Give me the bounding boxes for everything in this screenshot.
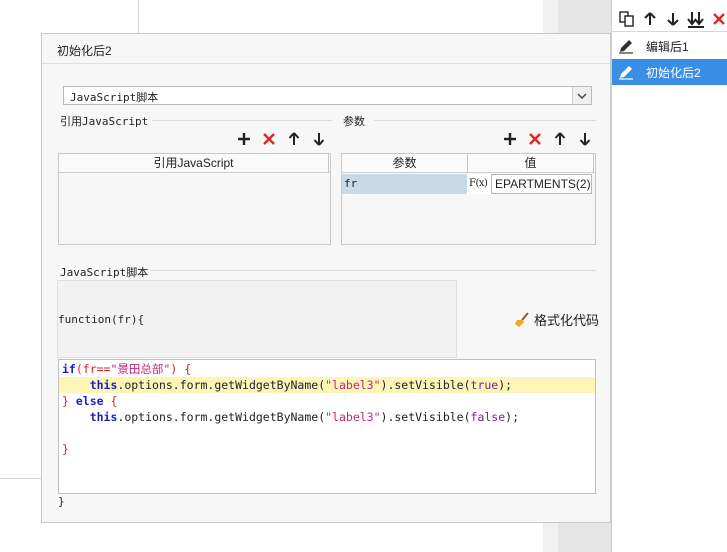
code-token: "景田总部" [110, 362, 171, 376]
code-token: ).setVisible( [380, 378, 471, 392]
column-header-value[interactable]: 值 [468, 154, 594, 173]
table-header: 引用JavaScript [59, 154, 330, 173]
event-editor-dialog: 初始化后2 JavaScript脚本 引用JavaScript 引用JavaSc… [41, 33, 611, 523]
code-token: false [470, 410, 506, 424]
title-separator [42, 63, 610, 64]
event-item-edit-after[interactable]: 编辑后1 [612, 33, 727, 59]
column-header[interactable]: 引用JavaScript [59, 154, 329, 173]
table-header: 参数 值 [342, 154, 595, 173]
code-token: .options.form.getWidgetByName( [117, 378, 326, 392]
section-rule [152, 120, 332, 121]
add-icon [504, 133, 516, 145]
params-toolbar [501, 130, 594, 148]
script-section-label: JavaScript脚本 [60, 266, 149, 279]
code-token: "label3" [325, 410, 381, 424]
formula-icon: F(x) [469, 178, 488, 189]
code-token: ); [505, 410, 520, 424]
move-down-button[interactable] [664, 8, 683, 30]
event-list-toolbar [612, 6, 727, 32]
param-move-down-button[interactable] [576, 130, 594, 148]
code-line: this.options.form.getWidgetByName("label… [59, 409, 595, 425]
arrow-up-icon [554, 132, 566, 145]
dropdown-button[interactable] [572, 87, 591, 104]
code-token: true [470, 378, 499, 392]
code-token: .options.form.getWidgetByName( [117, 410, 326, 424]
params-table: 参数 值 fr F(x) EPARTMENTS(2) [341, 153, 596, 245]
event-item-init-after[interactable]: 初始化后2 [612, 59, 727, 85]
pencil-icon [619, 40, 633, 54]
function-footer: } [58, 495, 65, 508]
ref-js-table: 引用JavaScript [58, 153, 331, 245]
code-line: if(fr=="景田总部") { [59, 361, 595, 377]
code-token: ) { [170, 362, 192, 376]
code-token: ); [498, 378, 513, 392]
copy-icon [619, 10, 635, 27]
code-token: else [75, 394, 104, 408]
delete-icon [712, 12, 725, 25]
delete-icon [263, 133, 275, 145]
code-token: } [62, 442, 69, 456]
arrow-up-icon [644, 11, 656, 25]
event-item-label: 编辑后1 [646, 39, 689, 54]
copy-button[interactable] [618, 8, 637, 30]
delete-event-button[interactable] [709, 8, 727, 30]
broom-icon [515, 311, 529, 327]
move-bottom-button[interactable] [686, 8, 705, 30]
section-rule [374, 120, 596, 121]
delete-icon [529, 133, 541, 145]
code-token: if [62, 362, 76, 376]
add-icon [238, 133, 250, 145]
param-move-up-button[interactable] [551, 130, 569, 148]
arrow-down-icon [313, 133, 325, 146]
param-name-cell[interactable]: fr [342, 174, 467, 194]
background-divider-horizontal [0, 478, 42, 479]
script-type-select[interactable]: JavaScript脚本 [63, 86, 592, 105]
code-token: "label3" [325, 378, 381, 392]
pencil-icon [619, 66, 633, 80]
code-token: { [110, 394, 118, 408]
delete-param-button[interactable] [526, 130, 544, 148]
arrow-down-icon [579, 133, 591, 146]
background-divider [138, 0, 139, 34]
event-list-panel: 编辑后1 初始化后2 [611, 0, 727, 552]
section-rule [150, 270, 596, 271]
ref-move-down-button[interactable] [310, 130, 328, 148]
table-row[interactable]: fr F(x) EPARTMENTS(2) [342, 174, 592, 194]
move-up-button[interactable] [641, 8, 660, 30]
code-line: } else { [59, 393, 595, 409]
ref-move-up-button[interactable] [285, 130, 303, 148]
add-ref-button[interactable] [235, 130, 253, 148]
code-line: } [59, 441, 595, 457]
function-header: function(fr){ [58, 313, 145, 326]
move-bottom-icon [687, 11, 704, 28]
params-section-label: 参数 [343, 115, 365, 128]
ref-js-toolbar [235, 130, 328, 148]
code-editor[interactable]: if(fr=="景田总部") { this.options.form.getWi… [58, 359, 596, 494]
script-type-value: JavaScript脚本 [70, 91, 159, 104]
format-code-button[interactable]: 格式化代码 [514, 310, 599, 329]
add-param-button[interactable] [501, 130, 519, 148]
code-token: (fr== [75, 362, 111, 376]
arrow-down-icon [667, 12, 679, 26]
formula-button[interactable]: F(x) [467, 174, 491, 194]
arrow-up-icon [288, 132, 300, 145]
format-code-label: 格式化代码 [534, 313, 600, 328]
param-value-cell[interactable]: EPARTMENTS(2) [491, 174, 592, 194]
event-item-label: 初始化后2 [646, 65, 701, 80]
code-token: this [89, 410, 118, 424]
code-line-current: this.options.form.getWidgetByName("label… [59, 377, 595, 393]
code-token: } [62, 394, 69, 408]
chevron-down-icon [577, 93, 587, 99]
delete-ref-button[interactable] [260, 130, 278, 148]
dialog-title: 初始化后2 [57, 44, 112, 58]
ref-js-section-label: 引用JavaScript [60, 115, 149, 128]
column-header-param[interactable]: 参数 [342, 154, 468, 173]
code-token: this [89, 378, 118, 392]
code-token: ).setVisible( [380, 410, 471, 424]
